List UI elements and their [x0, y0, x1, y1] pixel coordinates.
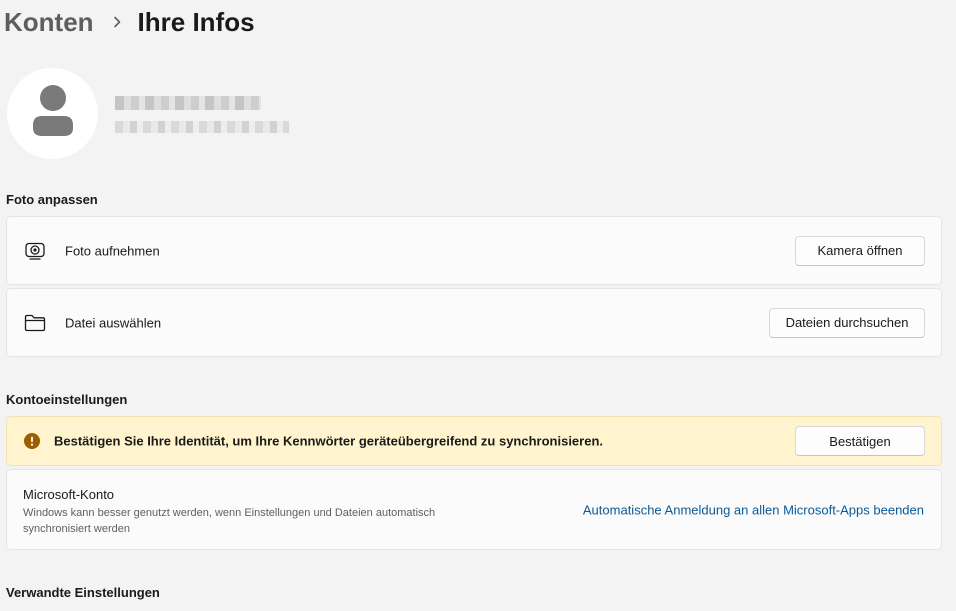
choose-file-row: Datei auswählen Dateien durchsuchen	[6, 288, 942, 357]
identity-warning-bar: Bestätigen Sie Ihre Identität, um Ihre K…	[6, 416, 942, 466]
open-camera-button[interactable]: Kamera öffnen	[795, 235, 925, 266]
breadcrumb: Konten Ihre Infos	[4, 2, 255, 42]
warning-message: Bestätigen Sie Ihre Identität, um Ihre K…	[54, 433, 604, 449]
warning-icon	[24, 433, 40, 449]
chevron-right-icon	[112, 16, 122, 28]
confirm-button[interactable]: Bestätigen	[795, 426, 925, 456]
camera-icon	[24, 240, 46, 262]
avatar	[7, 68, 98, 159]
breadcrumb-parent[interactable]: Konten	[4, 7, 94, 38]
browse-files-button[interactable]: Dateien durchsuchen	[769, 307, 925, 338]
microsoft-account-row: Microsoft-Konto Windows kann besser genu…	[6, 469, 942, 550]
microsoft-account-title: Microsoft-Konto	[23, 487, 115, 502]
section-title-photo: Foto anpassen	[6, 192, 98, 207]
folder-icon	[24, 312, 46, 334]
section-title-account: Kontoeinstellungen	[6, 392, 128, 407]
user-email-redacted	[115, 121, 289, 133]
take-photo-row: Foto aufnehmen Kamera öffnen	[6, 216, 942, 285]
microsoft-account-description: Windows kann besser genutzt werden, wenn…	[23, 507, 436, 535]
section-title-related: Verwandte Einstellungen	[6, 585, 160, 600]
person-icon	[29, 83, 77, 144]
choose-file-label: Datei auswählen	[65, 315, 162, 330]
page-title: Ihre Infos	[137, 6, 255, 37]
user-name-redacted	[115, 96, 261, 110]
stop-auto-signin-link[interactable]: Automatische Anmeldung an allen Microsof…	[583, 502, 924, 517]
take-photo-label: Foto aufnehmen	[65, 243, 160, 258]
